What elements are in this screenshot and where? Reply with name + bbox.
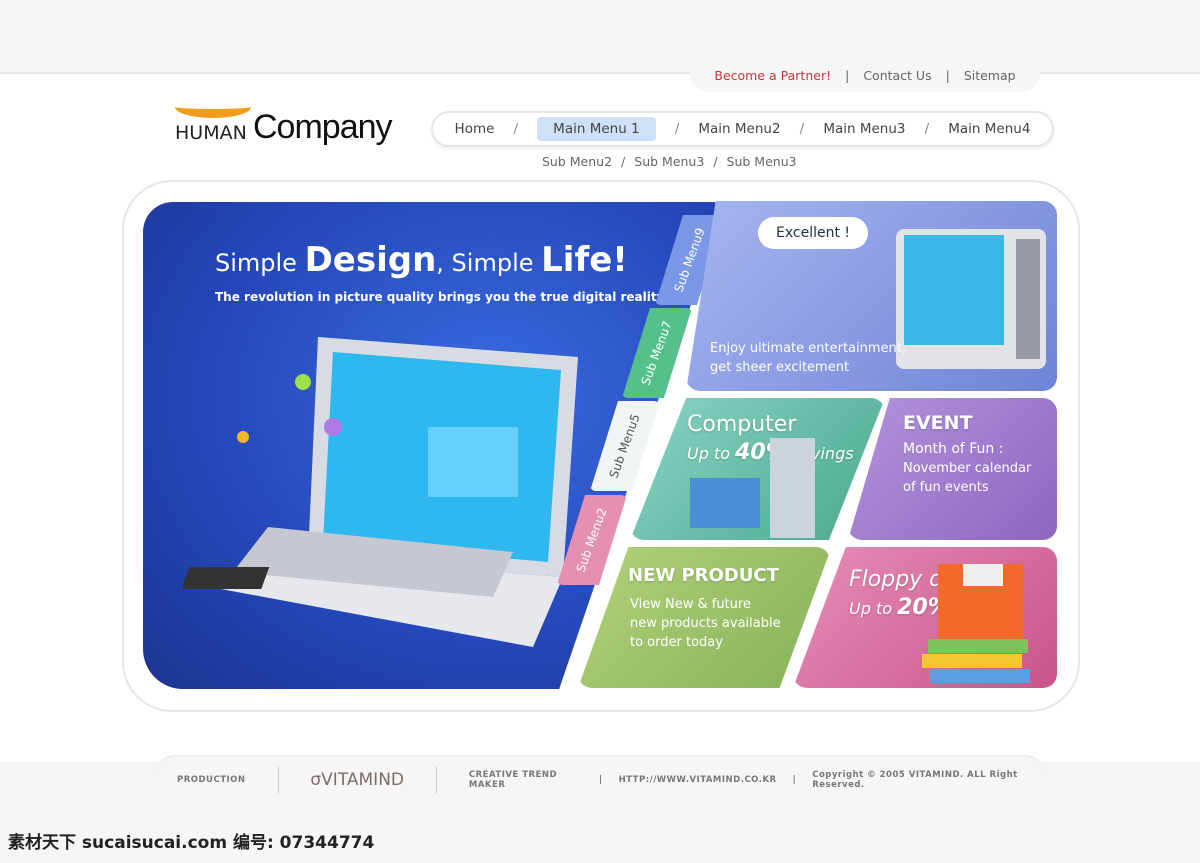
logo-word-company: Company: [253, 108, 393, 146]
footer-url-link[interactable]: HTTP://WWW.VITAMIND.CO.KR: [619, 775, 777, 785]
footer-production: PRODUCTION: [177, 775, 246, 785]
nav-home[interactable]: Home: [455, 121, 495, 137]
computer-icon: [690, 438, 815, 538]
divider: [277, 767, 279, 793]
divider: /: [674, 121, 680, 137]
divider: /: [924, 121, 930, 137]
sitemap-link[interactable]: Sitemap: [964, 68, 1016, 83]
divider: |: [598, 775, 603, 785]
tile-text: View New & future new products available t…: [630, 597, 781, 650]
divider: /: [713, 154, 718, 169]
top-links: Become a Partner! | Contact Us | Sitemap: [690, 58, 1040, 92]
nav-main-menu-2[interactable]: Main Menu2: [698, 121, 780, 137]
sub-nav-item[interactable]: Sub Menu3: [634, 154, 704, 169]
tile-title: NEW PRODUCT: [628, 565, 779, 586]
divider: [436, 767, 437, 793]
tile-text: Month of Fun : November calendar of fun ev…: [903, 441, 1032, 495]
tile-text: Enjoy ultimate entertainment, get sheer e…: [710, 341, 906, 375]
divider: |: [845, 67, 850, 83]
watermark: 素材天下 sucaisucai.com 编号: 07344774: [8, 833, 375, 853]
sub-nav-item[interactable]: Sub Menu2: [542, 154, 612, 169]
footer-copyright: Copyright © 2005 VITAMIND. ALL Right Res…: [812, 770, 1018, 790]
hero-subtitle: The revolution in picture quality brings…: [215, 290, 665, 304]
contact-us-link[interactable]: Contact Us: [863, 68, 931, 83]
nav-main-menu-1[interactable]: Main Menu 1: [537, 117, 656, 141]
footer-brand[interactable]: σVITAMIND: [310, 770, 404, 790]
divider: /: [621, 154, 626, 169]
speech-bubble: Excellent !: [758, 217, 869, 249]
sub-nav: Sub Menu2 / Sub Menu3 / Sub Menu3: [542, 154, 797, 169]
footer-slogan: CREATIVE TREND MAKER: [468, 770, 558, 790]
logo-arc-icon: [175, 96, 251, 118]
tile-entertainment[interactable]: Excellent ! Enjoy ultimate entertainment…: [686, 201, 1057, 391]
become-partner-link[interactable]: Become a Partner!: [714, 68, 831, 83]
divider: |: [792, 775, 797, 785]
nav-main-menu-4[interactable]: Main Menu4: [948, 121, 1030, 137]
divider: |: [945, 67, 950, 83]
divider: /: [513, 121, 519, 137]
hero-title: Simple Design, Simple Life!: [215, 240, 628, 280]
main-nav: Home / Main Menu 1 / Main Menu2 / Main Menu…: [431, 111, 1054, 147]
floppy-disk-icon: [922, 564, 1030, 683]
nav-main-menu-3[interactable]: Main Menu3: [823, 121, 905, 137]
tv-icon: [896, 229, 1046, 369]
tile-title: Computer: [687, 412, 797, 437]
footer: PRODUCTION σVITAMIND CREATIVE TREND MAKE…: [155, 755, 1045, 803]
tile-title: EVENT: [903, 412, 973, 434]
laptop-illustration: [183, 337, 578, 647]
divider: /: [799, 121, 805, 137]
logo-word-human: HUMAN: [175, 122, 247, 144]
sub-nav-item[interactable]: Sub Menu3: [727, 154, 797, 169]
